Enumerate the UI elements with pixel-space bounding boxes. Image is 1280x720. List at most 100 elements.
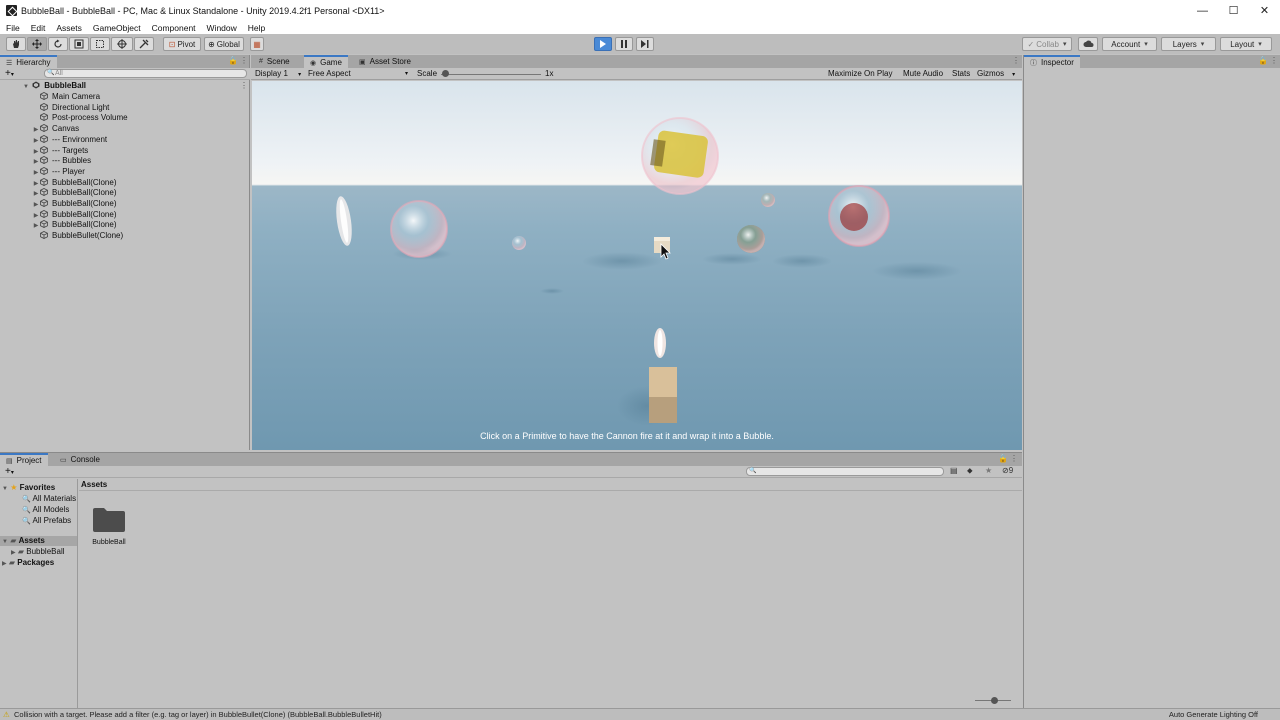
game-panel-menu-icon[interactable]: ⋮ [1012,56,1020,65]
gizmos-dropdown[interactable]: Gizmos ▾ [977,68,1015,80]
layout-dropdown[interactable]: Layout [1220,37,1272,51]
filter-by-label-icon[interactable]: ⬥ [967,466,973,476]
icon-size-slider-handle[interactable] [991,697,998,704]
favorites-row[interactable]: ▼ ★ Favorites [2,483,55,493]
hierarchy-item[interactable]: ▶ --- Targets [32,146,89,157]
game-viewport[interactable]: Click on a Primitive to have the Cannon … [252,81,1022,450]
grid-snap-button[interactable]: ▦ [250,37,264,51]
project-menu-icon[interactable]: ⋮ [1010,454,1018,463]
lighting-status[interactable]: Auto Generate Lighting Off [1169,709,1258,720]
menu-assets[interactable]: Assets [50,23,87,33]
pause-button[interactable] [615,37,633,51]
favorite-all-models[interactable]: 🔍 All Models [22,505,69,515]
assets-folder-row[interactable]: ▼ ▰ Assets [0,536,77,546]
expand-arrow-icon[interactable]: ▶ [32,200,40,210]
project-lock-icon[interactable]: 🔒 [998,454,1008,463]
play-button[interactable] [594,37,612,51]
pivot-toggle[interactable]: ⊡ Pivot [163,37,201,51]
hierarchy-item[interactable]: ▶ --- Environment [32,135,107,145]
step-button[interactable] [636,37,654,51]
collab-dropdown[interactable]: ✓ Collab [1022,37,1072,51]
hierarchy-item[interactable]: ▶ BubbleBall(Clone) [32,220,117,231]
display-dropdown[interactable]: Display 1 ▾ [255,68,301,80]
expand-arrow-icon[interactable]: ▶ [32,179,40,189]
favorite-all-materials[interactable]: 🔍 All Materials [22,494,76,504]
tab-inspector[interactable]: ⓘ Inspector [1024,55,1080,68]
hierarchy-item[interactable]: ▶ BubbleBall(Clone) [32,199,117,210]
filter-by-type-icon[interactable]: ▤ [950,466,958,475]
tab-game[interactable]: ◉ Game [304,55,348,68]
create-button[interactable]: +▾ [5,68,14,81]
menu-component[interactable]: Component [146,23,201,33]
scale-tool-button[interactable] [69,37,89,51]
packages-expand-arrow-icon[interactable]: ▶ [2,561,7,567]
hand-tool-button[interactable] [6,37,26,51]
tab-console[interactable]: ▭ Console [54,453,106,466]
expand-arrow-icon[interactable]: ▶ [32,211,40,221]
hierarchy-item[interactable]: Post-process Volume [32,113,128,123]
tab-project[interactable]: ▤ Project [0,453,48,466]
expand-arrow-icon[interactable]: ▶ [32,157,40,167]
scene-menu-icon[interactable]: ⋮ [240,81,248,90]
menu-edit[interactable]: Edit [25,23,51,33]
hierarchy-item[interactable]: ▶ --- Bubbles [32,156,91,166]
hierarchy-item[interactable]: ▶ BubbleBall(Clone) [32,178,117,189]
layers-dropdown[interactable]: Layers [1161,37,1216,51]
expand-arrow-icon[interactable]: ▶ [32,221,40,231]
stats-toggle[interactable]: Stats [952,68,970,80]
inspector-lock-icon[interactable]: 🔒 [1258,56,1268,65]
hierarchy-item[interactable]: ▶ BubbleBall(Clone) [32,210,117,221]
favorite-all-prefabs[interactable]: 🔍 All Prefabs [22,516,71,526]
hidden-packages-toggle[interactable]: ⊘9 [1002,466,1013,475]
maximize-on-play-toggle[interactable]: Maximize On Play [828,68,892,80]
global-toggle[interactable]: ⊕ Global [204,37,244,51]
lock-icon[interactable]: 🔒 [228,56,238,65]
move-tool-button[interactable] [27,37,47,51]
custom-tool-button[interactable] [134,37,154,51]
expand-arrow-icon[interactable]: ▶ [32,168,40,178]
scale-slider-track[interactable] [441,74,541,75]
minimize-button[interactable]: — [1187,0,1218,21]
expand-arrow-icon[interactable]: ▶ [32,147,40,157]
project-create-button[interactable]: +▾ [5,466,14,479]
assets-expand-arrow-icon[interactable]: ▼ [2,539,8,545]
asset-item-bubbleball[interactable]: BubbleBall [91,505,127,546]
hierarchy-item[interactable]: Directional Light [32,103,109,113]
mute-audio-toggle[interactable]: Mute Audio [903,68,943,80]
menu-window[interactable]: Window [201,23,242,33]
cloud-button[interactable] [1078,37,1098,51]
transform-tool-button[interactable] [111,37,133,51]
project-search-input[interactable]: 🔍 [746,467,944,476]
rect-tool-button[interactable] [90,37,110,51]
maximize-button[interactable]: ☐ [1218,0,1249,21]
bubbleball-folder-row[interactable]: ▶ ▰ BubbleBall [11,547,65,557]
hierarchy-search-input[interactable]: 🔍 All [44,69,247,78]
tab-hierarchy[interactable]: ☰ Hierarchy [0,55,57,68]
menu-gameobject[interactable]: GameObject [87,23,146,33]
hierarchy-item[interactable]: Main Camera [32,92,100,102]
expand-arrow-icon[interactable]: ▶ [32,125,40,135]
menu-help[interactable]: Help [242,23,270,33]
bubbleball-expand-arrow-icon[interactable]: ▶ [11,550,16,556]
rotate-tool-button[interactable] [48,37,68,51]
favorite-star-icon[interactable]: ★ [985,466,992,475]
scene-root-row[interactable]: ▼ BubbleBall [22,81,86,91]
expand-arrow-icon[interactable]: ▼ [22,82,30,92]
expand-arrow-icon[interactable]: ▶ [32,189,40,199]
hierarchy-item[interactable]: BubbleBullet(Clone) [32,231,123,241]
hierarchy-item[interactable]: ▶ BubbleBall(Clone) [32,188,117,199]
close-button[interactable]: ✕ [1249,0,1280,21]
expand-arrow-icon[interactable]: ▶ [32,136,40,146]
breadcrumb[interactable]: Assets [79,479,1022,491]
favorites-expand-arrow-icon[interactable]: ▼ [2,486,8,492]
inspector-menu-icon[interactable]: ⋮ [1270,56,1278,65]
account-dropdown[interactable]: Account [1102,37,1157,51]
aspect-dropdown[interactable]: Free Aspect ▾ [308,68,408,80]
panel-menu-icon[interactable]: ⋮ [240,56,248,65]
hierarchy-item[interactable]: ▶ --- Player [32,167,85,177]
menu-file[interactable]: File [0,23,25,33]
tab-asset-store[interactable]: ▣ Asset Store [353,55,417,68]
scale-slider-handle[interactable] [442,70,449,77]
tab-scene[interactable]: # Scene [253,55,296,68]
hierarchy-item[interactable]: ▶ Canvas [32,124,79,134]
